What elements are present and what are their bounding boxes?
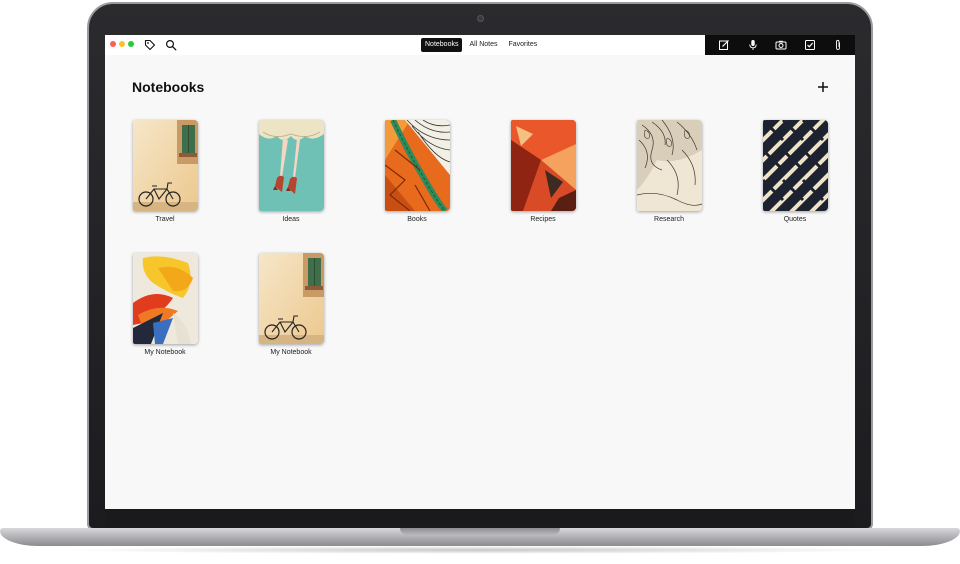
notebook-research[interactable]: Research	[631, 120, 707, 234]
bicycle-wall-cover-image	[258, 253, 324, 344]
zoom-window-button[interactable]	[128, 41, 134, 47]
notebook-ideas[interactable]: Ideas	[253, 120, 329, 234]
tag-icon[interactable]	[144, 39, 156, 51]
notebook-recipes[interactable]: Recipes	[505, 120, 581, 234]
laptop-bezel-bottom	[105, 509, 855, 527]
notebook-label: Books	[407, 216, 427, 223]
paperclip-icon[interactable]	[832, 39, 844, 51]
notebook-quotes[interactable]: Quotes	[757, 120, 833, 234]
notebook-cover	[762, 120, 828, 211]
laptop-hinge-notch	[400, 528, 560, 535]
red-abstract-cover-image	[510, 120, 576, 211]
compose-icon[interactable]	[718, 39, 730, 51]
notebook-label: Travel	[155, 216, 175, 223]
page-title: Notebooks	[132, 79, 205, 95]
notebook-cover	[258, 120, 324, 211]
bicycle-wall-cover-image	[132, 120, 198, 211]
plus-icon[interactable]	[816, 80, 830, 94]
microphone-icon[interactable]	[747, 39, 759, 51]
orange-pattern-cover-image	[384, 120, 450, 211]
notebook-travel[interactable]: Travel	[127, 120, 203, 234]
notebook-label: Ideas	[282, 216, 300, 223]
notebook-label: Recipes	[530, 216, 556, 223]
notebook-label: My Notebook	[144, 349, 186, 356]
ink-drawing-cover-image	[636, 120, 702, 211]
paint-splash-cover-image	[132, 253, 198, 344]
toolbar: Notebooks All Notes Favorites	[105, 35, 855, 55]
notebook-cover	[384, 120, 450, 211]
ballerina-cover-image	[258, 120, 324, 211]
app-window: Notebooks All Notes Favorites Notebooks …	[105, 35, 855, 509]
notebook-cover	[636, 120, 702, 211]
close-window-button[interactable]	[110, 41, 116, 47]
camera-icon[interactable]	[775, 39, 787, 51]
notebook-my-notebook-2[interactable]: My Notebook	[253, 253, 329, 367]
geometric-weave-cover-image	[762, 120, 828, 211]
notebook-cover	[132, 120, 198, 211]
notebook-my-notebook-1[interactable]: My Notebook	[127, 253, 203, 367]
tab-notebooks[interactable]: Notebooks	[421, 38, 463, 52]
notebook-cover	[258, 253, 324, 344]
tab-favorites[interactable]: Favorites	[504, 38, 541, 52]
search-icon[interactable]	[165, 39, 177, 51]
notebook-books[interactable]: Books	[379, 120, 455, 234]
tab-all-notes[interactable]: All Notes	[465, 38, 501, 52]
minimize-window-button[interactable]	[119, 41, 125, 47]
laptop-shadow	[60, 546, 900, 554]
notebook-cover	[510, 120, 576, 211]
notebook-label: Research	[654, 216, 684, 223]
quick-actions-bar	[705, 35, 855, 55]
notebook-label: Quotes	[783, 216, 807, 223]
notebook-cover	[132, 253, 198, 344]
webcam	[477, 15, 484, 22]
checklist-icon[interactable]	[804, 39, 816, 51]
view-tabs: Notebooks All Notes Favorites	[421, 38, 541, 52]
notebook-label: My Notebook	[270, 349, 312, 356]
